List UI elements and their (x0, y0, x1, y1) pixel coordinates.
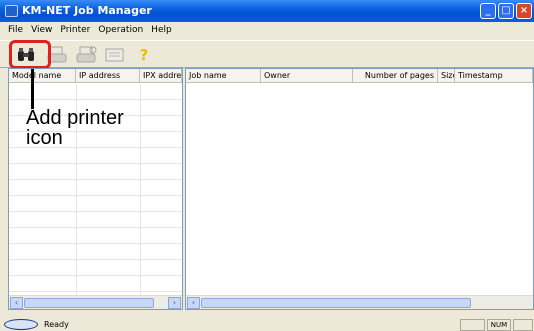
maximize-button[interactable]: □ (498, 3, 514, 19)
title-bar[interactable]: KM-NET Job Manager _ □ × (0, 0, 534, 22)
scroll-left-button[interactable]: ‹ (10, 297, 23, 309)
status-panel (513, 319, 533, 331)
col-size[interactable]: Size (438, 69, 455, 82)
status-panel (460, 319, 485, 331)
scroll-thumb[interactable] (201, 298, 471, 308)
menu-bar: File View Printer Operation Help (0, 22, 534, 39)
printer-settings-button[interactable] (75, 44, 99, 66)
menu-operation[interactable]: Operation (94, 22, 147, 39)
help-button[interactable]: ? (132, 44, 156, 66)
menu-help[interactable]: Help (147, 22, 176, 39)
col-model-name[interactable]: Model name (9, 69, 76, 82)
menu-printer[interactable]: Printer (56, 22, 94, 39)
printer-list-pane[interactable]: Model name IP address IPX address ‹ › (8, 68, 183, 310)
scroll-right-button[interactable]: › (168, 297, 181, 309)
help-icon: ? (139, 46, 149, 64)
window-title: KM-NET Job Manager (22, 4, 152, 17)
app-icon (5, 5, 18, 17)
highlight-box (9, 40, 51, 69)
minimize-button[interactable]: _ (480, 3, 496, 19)
col-ipx-address[interactable]: IPX address (140, 69, 182, 82)
printer-settings-icon (76, 46, 97, 63)
close-button[interactable]: × (516, 3, 532, 19)
col-ip-address[interactable]: IP address (76, 69, 140, 82)
properties-button[interactable] (103, 44, 127, 66)
printer-list-hscrollbar[interactable]: ‹ › (9, 295, 182, 309)
job-list-grid (186, 84, 533, 295)
callout-label: Add printer icon (26, 108, 124, 148)
scroll-thumb[interactable] (24, 298, 154, 308)
num-lock-indicator: NUM (487, 319, 511, 331)
job-list-hscrollbar[interactable]: ‹ (186, 295, 533, 309)
scroll-left-button[interactable]: ‹ (187, 297, 200, 309)
callout-line-1: Add printer (26, 107, 124, 129)
app-window: KM-NET Job Manager _ □ × File View Print… (0, 0, 534, 331)
properties-icon (105, 48, 124, 62)
callout-line-2: icon (26, 127, 63, 149)
job-list-pane[interactable]: Job name Owner Number of pages Size Time… (185, 68, 534, 310)
menu-file[interactable]: File (4, 22, 27, 39)
col-timestamp[interactable]: Timestamp (455, 69, 533, 82)
printer-list-header: Model name IP address IPX address (9, 69, 182, 83)
col-job-name[interactable]: Job name (186, 69, 261, 82)
menu-view[interactable]: View (27, 22, 56, 39)
status-bar: Ready NUM (0, 318, 534, 331)
col-owner[interactable]: Owner (261, 69, 353, 82)
toolbar: ? (0, 40, 534, 68)
job-list-header: Job name Owner Number of pages Size Time… (186, 69, 533, 83)
callout-line (31, 69, 34, 109)
status-text: Ready (44, 320, 69, 329)
km-net-logo (4, 319, 38, 330)
col-number-of-pages[interactable]: Number of pages (353, 69, 438, 82)
